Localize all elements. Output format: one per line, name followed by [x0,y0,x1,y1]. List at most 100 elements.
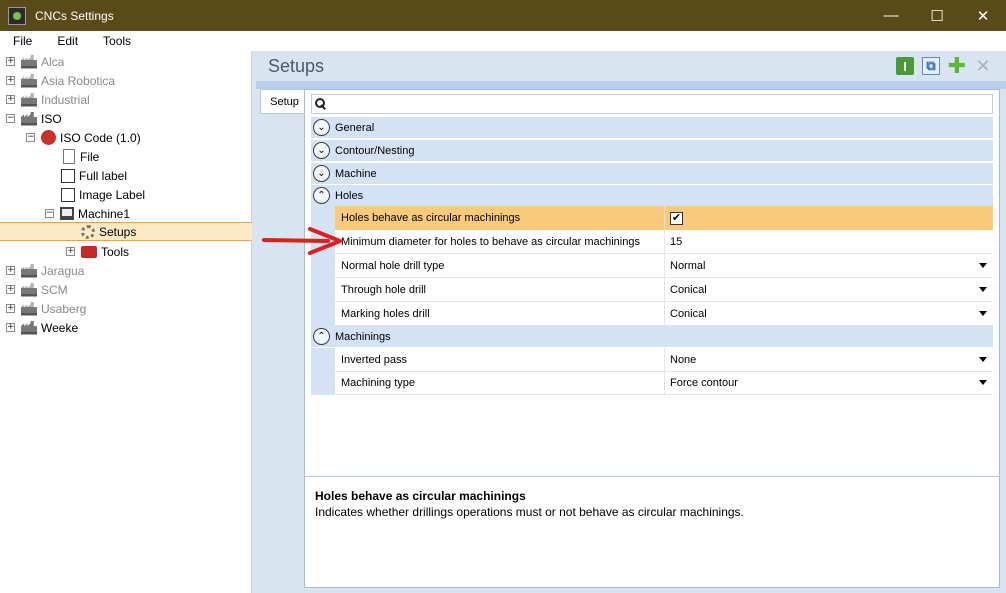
description-panel: Holes behave as circular machinings Indi… [305,476,999,587]
property-value-select[interactable]: Conical [665,302,993,326]
dropdown-arrow-icon[interactable] [979,380,987,385]
holes-circular-checkbox[interactable]: ✔ [670,211,683,225]
dropdown-arrow-icon[interactable] [979,311,987,316]
dropdown-arrow-icon[interactable] [979,287,987,292]
tree-item-iso[interactable]: − ISO [6,109,62,128]
property-value[interactable]: 15 [665,230,993,254]
menu-file[interactable]: File [5,34,40,48]
property-row[interactable]: Machining type Force contour [311,371,993,395]
tree-item-label: ISO Code (1.0) [60,130,141,145]
factory-icon [21,282,37,297]
cnc-tree: + Alca + Asia Robotica + Industrial − IS… [0,51,252,593]
copy-icon[interactable]: ⧉ [922,57,940,75]
expand-icon[interactable]: + [6,323,15,332]
collapse-icon[interactable]: − [45,209,54,218]
category-general[interactable]: ⌄ General [311,117,993,138]
row-gutter [311,278,335,302]
collapse-chevron-icon[interactable]: ⌃ [313,328,330,345]
tree-item-tools[interactable]: + Tools [66,242,129,261]
expand-icon[interactable]: + [6,76,15,85]
row-gutter [311,371,335,395]
tree-item-setups[interactable]: Setups [0,222,252,241]
property-row[interactable]: Marking holes drill Conical [311,302,993,326]
tree-item-iso-code[interactable]: − ISO Code (1.0) [26,128,141,147]
remove-icon[interactable]: ✕ [974,56,992,76]
tree-item-label: Tools [101,244,130,259]
tree-item-machine1[interactable]: − Machine1 [45,204,130,223]
menu-bar: File Edit Tools [0,31,1006,51]
select-value: Force contour [670,377,738,389]
tree-item-industrial[interactable]: + Industrial [6,90,90,109]
expand-chevron-icon[interactable]: ⌄ [313,142,330,159]
category-holes[interactable]: ⌃ Holes [311,185,993,206]
property-row[interactable]: Inverted pass None [311,348,993,372]
expand-icon[interactable]: + [6,95,15,104]
property-name: Normal hole drill type [335,254,665,278]
row-gutter [311,302,335,326]
property-value-select[interactable]: Conical [665,278,993,302]
property-value-select[interactable]: None [665,348,993,372]
property-row[interactable]: Through hole drill Conical [311,278,993,302]
tree-item-alca[interactable]: + Alca [6,52,64,71]
maximize-button[interactable]: ☐ [914,0,960,31]
toolbar: I ⧉ ✚ ✕ [896,53,992,78]
expand-icon[interactable]: + [6,304,15,313]
tree-item-jaragua[interactable]: + Jaragua [6,261,84,280]
tree-item-label: Alca [41,54,65,69]
tree-item-scm[interactable]: + SCM [6,280,68,299]
tree-item-asia-robotica[interactable]: + Asia Robotica [6,71,115,90]
category-machinings[interactable]: ⌃ Machinings [311,326,993,347]
tree-item-label: Industrial [41,92,90,107]
tree-item-weeke[interactable]: + Weeke [6,318,78,337]
property-name: Holes behave as circular machinings [335,206,665,230]
expand-icon[interactable]: + [6,266,15,275]
close-button[interactable]: ✕ [960,0,1006,31]
property-name: Inverted pass [335,348,665,372]
add-icon[interactable]: ✚ [948,53,966,78]
tree-item-full-label[interactable]: Full label [61,166,127,185]
window-controls: — ☐ ✕ [868,0,1006,31]
category-label: Contour/Nesting [335,144,415,157]
collapse-icon[interactable]: − [26,133,35,142]
factory-icon [21,263,37,278]
select-value: Normal [670,260,706,272]
property-row[interactable]: Minimum diameter for holes to behave as … [311,230,993,254]
expand-icon[interactable]: + [6,285,15,294]
property-value-select[interactable]: Force contour [665,371,993,395]
select-value: None [670,354,697,366]
property-search[interactable] [311,94,993,114]
dropdown-arrow-icon[interactable] [979,357,987,362]
property-row[interactable]: Holes behave as circular machinings ✔ [311,206,993,230]
menu-tools[interactable]: Tools [95,34,139,48]
category-machine[interactable]: ⌄ Machine [311,163,993,184]
expand-icon[interactable]: + [66,247,75,256]
property-row[interactable]: Normal hole drill type Normal [311,254,993,278]
row-gutter [311,254,335,278]
select-value: Conical [670,284,707,296]
tree-item-image-label[interactable]: Image Label [61,185,145,204]
dropdown-arrow-icon[interactable] [979,263,987,268]
property-value[interactable]: ✔ [665,206,993,230]
minimize-button[interactable]: — [868,0,914,31]
category-label: Machine [335,167,377,180]
collapse-icon[interactable]: − [6,114,15,123]
tree-item-usaberg[interactable]: + Usaberg [6,299,86,318]
factory-icon [21,92,37,107]
menu-edit[interactable]: Edit [49,34,86,48]
property-value-select[interactable]: Normal [665,254,993,278]
info-icon[interactable]: I [896,57,914,75]
window-title: CNCs Settings [35,8,114,23]
tree-item-label: File [80,149,100,164]
category-contour-nesting[interactable]: ⌄ Contour/Nesting [311,140,993,161]
factory-icon [21,111,37,126]
page-title: Setups [268,56,325,76]
tree-item-label: SCM [41,282,68,297]
tab-setup[interactable]: Setup [260,89,308,114]
expand-chevron-icon[interactable]: ⌄ [313,119,330,136]
property-grid: ⌄ General ⌄ Contour/Nesting ⌄ Machine ⌃ … [304,89,1000,588]
collapse-chevron-icon[interactable]: ⌃ [313,187,330,204]
tree-item-file[interactable]: File [61,147,99,166]
tree-item-label: Setups [99,224,137,239]
expand-icon[interactable]: + [6,57,15,66]
expand-chevron-icon[interactable]: ⌄ [313,165,330,182]
